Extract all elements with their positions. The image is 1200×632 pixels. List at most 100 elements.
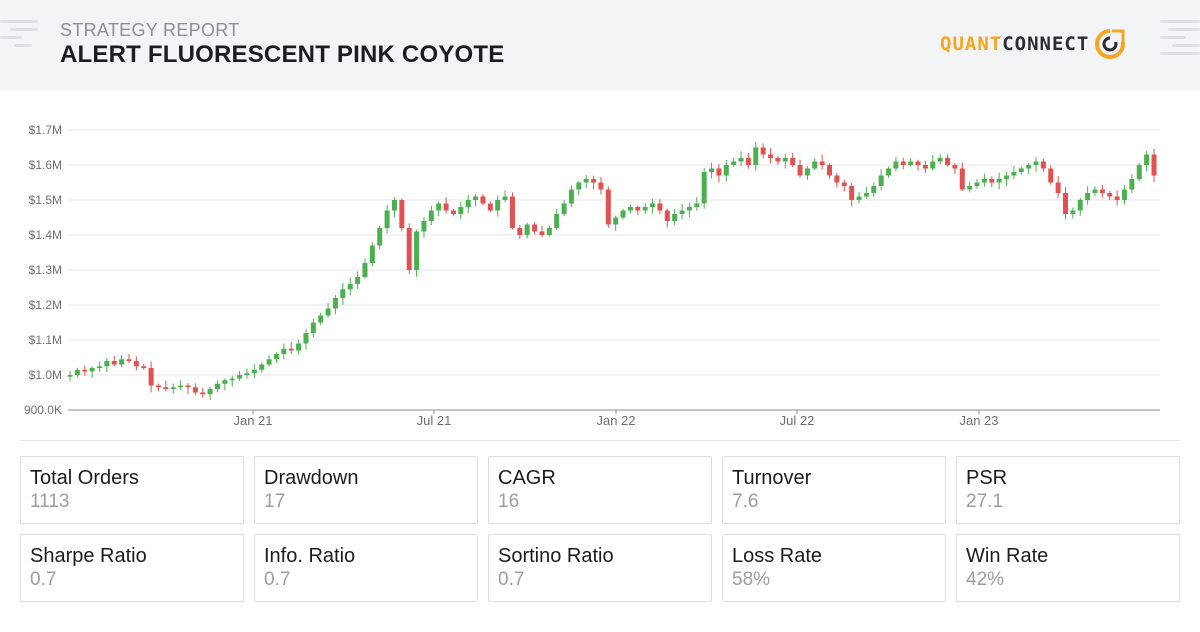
candle-body [893,161,899,169]
report-header: STRATEGY REPORT ALERT FLUORESCENT PINK C… [0,0,1200,90]
candle-body [1048,168,1054,183]
metric-value: 1113 [30,491,70,512]
candle-body [959,168,965,190]
metric-label: Win Rate [966,545,1049,567]
candle-body [672,214,678,221]
x-tick-label: Jul 22 [780,413,815,428]
candle-body [908,161,914,165]
candle-body [1063,193,1069,214]
candle-body [296,343,302,351]
y-tick-label: $1.2M [29,298,62,312]
metric-value: 17 [264,491,286,512]
metric-value: 58% [732,569,771,590]
candle-body [1122,189,1128,200]
candle-body [126,359,132,361]
candle-body [804,168,810,176]
candle-body [620,210,626,218]
candle-body [605,189,611,225]
candle-body [325,308,331,316]
candle-body [340,289,346,298]
metric-value: 0.7 [30,569,57,590]
metric-card-drawdown: Drawdown 17 [254,456,478,524]
candle-body [731,161,737,165]
candle-body [915,161,921,165]
candle-body [421,221,427,232]
metric-label: Sharpe Ratio [30,545,147,567]
candle-body [67,375,73,377]
metric-card-total-orders: Total Orders 1113 [20,456,244,524]
section-divider [20,440,1180,441]
candle-body [1011,172,1017,176]
candle-body [561,203,567,214]
y-tick-label: $1.3M [29,263,62,277]
candle-body [886,168,892,176]
candle-body [819,161,825,165]
metric-card-turnover: Turnover 7.6 [722,456,946,524]
candle-body [775,158,781,162]
candle-body [458,207,464,214]
x-tick-label: Jan 22 [596,413,635,428]
candle-body [650,203,656,207]
candle-body [856,196,862,200]
metric-label: PSR [966,467,1008,489]
metric-card-info-ratio: Info. Ratio 0.7 [254,534,478,602]
candle-body [355,277,361,284]
candle-body [945,158,951,165]
y-tick-label: $1.7M [29,123,62,137]
metric-value: 0.7 [498,569,525,590]
y-tick-label: $1.1M [29,333,62,347]
candle-body [967,186,973,190]
candle-body [391,200,397,211]
candle-body [768,154,774,158]
candle-body [738,158,744,162]
metric-card-loss-rate: Loss Rate 58% [722,534,946,602]
candle-body [627,207,633,211]
candle-body [436,203,442,211]
candle-body [679,210,685,214]
candle-body [1077,200,1083,211]
candle-body [318,315,324,323]
metric-card-psr: PSR 27.1 [956,456,1180,524]
candle-body [709,168,715,172]
candle-body [900,161,906,165]
candle-body [332,298,338,309]
candle-body [443,203,449,211]
candle-body [288,348,294,351]
metric-label: Sortino Ratio [498,545,614,567]
candle-body [554,214,560,228]
candle-body [524,224,530,235]
candle-body [598,182,604,190]
candle-body [1004,175,1010,179]
candle-body [384,210,390,228]
candle-body [155,385,161,388]
report-type-label: STRATEGY REPORT [60,20,240,40]
candle-body [812,161,818,169]
metric-label: Drawdown [264,467,359,489]
candle-body [694,203,700,207]
candle-body [369,245,375,263]
candle-body [119,359,125,365]
candle-body [192,387,198,393]
candle-body [185,385,191,388]
y-tick-label: 900.0K [24,403,62,417]
candle-body [414,231,420,270]
metric-label: Loss Rate [732,545,823,567]
candle-body [782,158,788,162]
metric-value: 0.7 [264,569,291,590]
candle-body [1151,154,1157,176]
metric-card-sortino-ratio: Sortino Ratio 0.7 [488,534,712,602]
candle-body [1070,210,1076,214]
candle-body [797,165,803,176]
candle-body [1092,189,1098,193]
metric-card-win-rate: Win Rate 42% [956,534,1180,602]
candle-body [133,361,139,367]
candle-body [716,168,722,176]
candle-body [922,165,928,169]
candle-body [502,196,508,200]
candle-body [141,366,147,368]
candle-body [480,196,486,204]
candle-body [111,361,117,365]
candle-body [1085,193,1091,200]
candle-body [244,373,250,375]
candle-body [745,158,751,165]
